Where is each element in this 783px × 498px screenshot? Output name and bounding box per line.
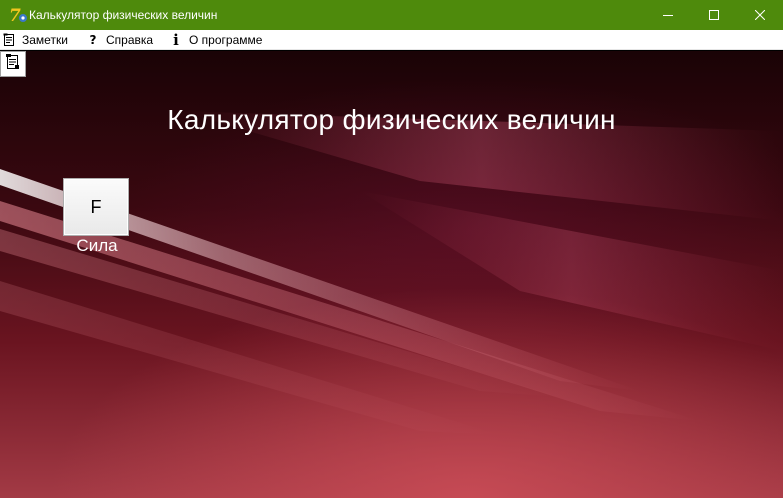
menu-bar: Заметки ? Справка i О программе	[0, 30, 783, 50]
document-list-icon	[5, 53, 21, 76]
info-glyph: i	[173, 31, 179, 49]
maximize-button[interactable]	[691, 0, 737, 30]
info-icon: i	[169, 31, 183, 49]
title-bar: 7 Калькулятор физических величин	[0, 0, 783, 30]
minimize-button[interactable]	[645, 0, 691, 30]
main-panel: Калькулятор физических величин F Сила	[0, 51, 783, 498]
svg-text:7: 7	[9, 6, 21, 25]
help-icon: ?	[86, 32, 100, 48]
menu-label-notes: Заметки	[22, 33, 68, 47]
menu-item-help[interactable]: ? Справка	[86, 30, 154, 50]
minimize-icon	[663, 10, 673, 20]
menu-item-notes[interactable]: Заметки	[2, 30, 68, 50]
app-logo-icon: 7	[8, 5, 28, 26]
notes-toolbar-button[interactable]	[0, 51, 26, 77]
close-icon	[755, 10, 765, 20]
page-title: Калькулятор физических величин	[167, 104, 616, 135]
menu-item-about[interactable]: i О программе	[169, 30, 262, 50]
close-button[interactable]	[737, 0, 783, 30]
force-button[interactable]: F	[63, 178, 129, 236]
window-title: Калькулятор физических величин	[29, 8, 218, 22]
menu-label-help: Справка	[106, 33, 154, 47]
force-label: Сила	[76, 236, 118, 255]
maximize-icon	[709, 10, 719, 20]
menu-label-about: О программе	[189, 33, 263, 47]
help-glyph: ?	[89, 33, 97, 47]
notes-icon	[2, 32, 16, 48]
